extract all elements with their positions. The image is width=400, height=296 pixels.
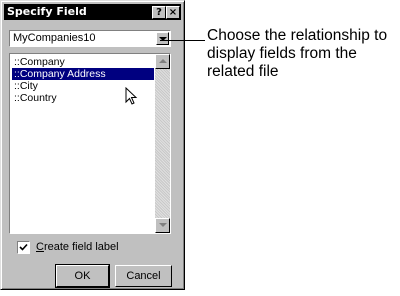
relationship-value: MyCompanies10 [13, 32, 96, 44]
help-button[interactable]: ? [152, 6, 166, 19]
mouse-pointer-icon [125, 87, 138, 105]
field-list-item[interactable]: ::Company Address [12, 68, 154, 80]
create-field-label-rest: reate field label [43, 241, 119, 253]
callout-leader-line [160, 40, 205, 41]
field-listbox[interactable]: ::Company::Company Address::City::Countr… [9, 53, 171, 234]
scroll-down-icon[interactable] [155, 218, 170, 233]
title-bar[interactable]: Specify Field ? × [4, 4, 181, 20]
create-field-label-checkbox[interactable] [17, 241, 30, 254]
vertical-scrollbar[interactable] [155, 54, 170, 233]
create-field-label-mnemonic: C [36, 241, 44, 253]
dropdown-arrow-icon[interactable] [156, 32, 169, 45]
callout-text: Choose the relationship to display field… [207, 27, 388, 80]
checkmark-icon [19, 243, 28, 251]
create-field-label-text: Create field label [36, 241, 119, 254]
scroll-up-icon[interactable] [155, 54, 170, 69]
ok-button[interactable]: OK [55, 264, 110, 288]
close-button[interactable]: × [166, 6, 180, 19]
specify-field-dialog: Specify Field ? × MyCompanies10 ::Compan… [0, 0, 185, 290]
dialog-title: Specify Field [7, 5, 87, 18]
field-list-item[interactable]: ::Company [12, 56, 154, 68]
cancel-button[interactable]: Cancel [115, 265, 172, 287]
relationship-combobox[interactable]: MyCompanies10 [9, 30, 171, 47]
